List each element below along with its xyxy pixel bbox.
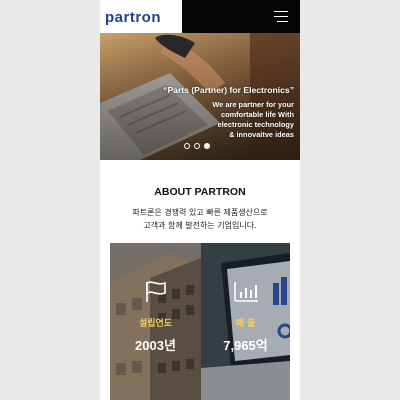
flag-icon: [145, 281, 166, 302]
stat-value: 7,965억: [223, 338, 268, 353]
slide-dot-3[interactable]: [204, 143, 210, 149]
logo[interactable]: partron: [100, 0, 182, 33]
about-description: 파트론은 경쟁력 있고 빠른 제품생산으로 고객과 함께 발전하는 기업입니다.: [132, 208, 268, 230]
partron-logo-mark: partron: [105, 9, 161, 25]
stat-card-revenue[interactable]: 매 출 7,965억: [201, 243, 290, 400]
stat-label: 설립연도: [138, 319, 173, 329]
hero-background-image: [100, 33, 300, 160]
slide-dot-2[interactable]: [194, 143, 200, 149]
svg-text:partron: partron: [105, 9, 161, 25]
header-dark-bar: [182, 0, 300, 33]
mobile-page: partron “Parts (Partner) for Electronics…: [100, 0, 300, 400]
stat-card-founded[interactable]: 설립연도 2003년: [110, 243, 201, 400]
hero-subtitle: We are partner for your comfortable life…: [212, 100, 294, 139]
stat-value: 2003년: [135, 338, 176, 353]
hero-title: “Parts (Partner) for Electronics”: [163, 85, 294, 95]
hero-slider[interactable]: “Parts (Partner) for Electronics” We are…: [100, 33, 300, 160]
slider-pagination: [184, 143, 210, 149]
slide-dot-1[interactable]: [184, 143, 190, 149]
about-title: ABOUT PARTRON: [154, 186, 246, 198]
bar-chart-icon: [233, 282, 258, 302]
hamburger-menu-icon[interactable]: [274, 11, 288, 22]
site-header: partron: [100, 0, 300, 33]
stat-label: 매 출: [235, 319, 256, 329]
